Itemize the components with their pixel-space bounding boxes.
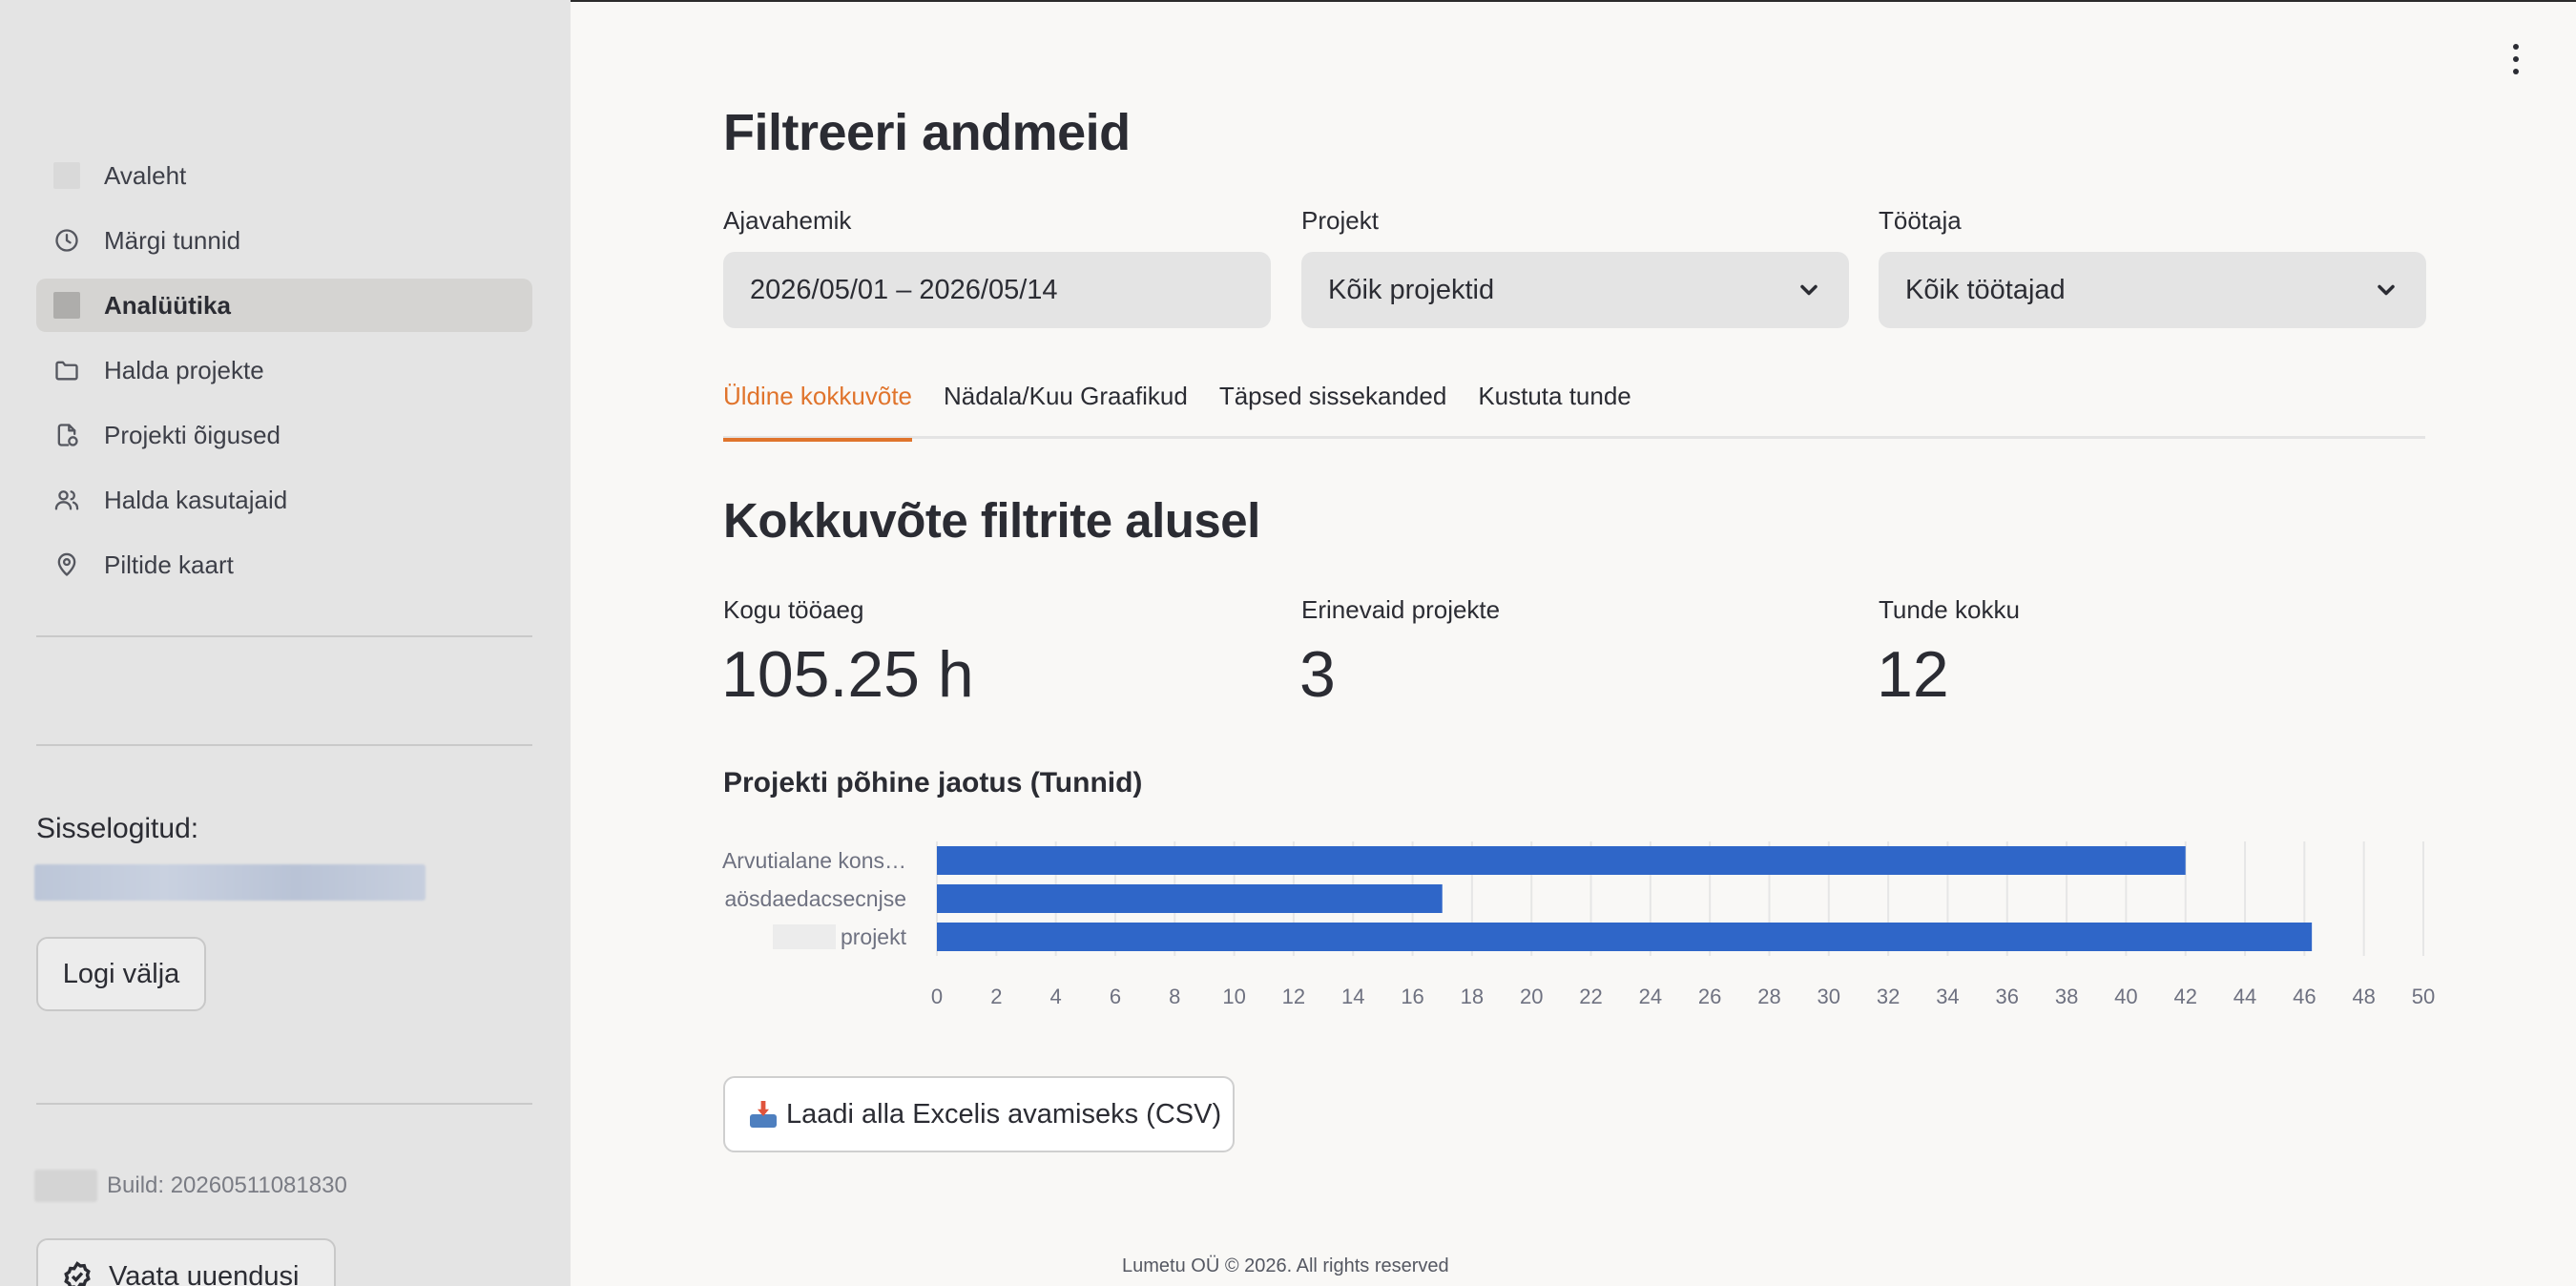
build-info: Build: 20260511081830 xyxy=(34,1170,347,1202)
view-updates-label: Vaata uuendusi xyxy=(109,1260,300,1286)
tab-delete-hours[interactable]: Kustuta tunde xyxy=(1478,376,1631,439)
metric-label: Tunde kokku xyxy=(1879,595,2020,624)
chart-tick-label: 18 xyxy=(1461,985,1484,1008)
project-select[interactable]: Kõik projektid xyxy=(1301,252,1849,328)
sidebar: Avaleht Märgi tunnid Analüütika Halda pr… xyxy=(0,0,571,1286)
chart-tick-label: 14 xyxy=(1341,985,1364,1008)
sidebar-item-label: Piltide kaart xyxy=(104,550,234,579)
build-text: Build: 20260511081830 xyxy=(107,1172,347,1198)
badge-check-icon xyxy=(64,1261,91,1286)
metric-label: Kogu tööaeg xyxy=(723,595,864,624)
chevron-down-icon xyxy=(2378,284,2395,296)
more-menu-icon[interactable] xyxy=(2502,38,2530,80)
sidebar-divider xyxy=(36,744,532,746)
chart-title: Projekti põhine jaotus (Tunnid) xyxy=(723,767,1143,799)
chart-bar xyxy=(937,923,2313,951)
chart-tick-label: 24 xyxy=(1639,985,1662,1008)
sidebar-item-avaleht[interactable]: Avaleht xyxy=(36,149,532,202)
tab-weekly-monthly-charts[interactable]: Nädala/Kuu Graafikud xyxy=(944,376,1188,439)
sidebar-item-halda-projekte[interactable]: Halda projekte xyxy=(36,343,532,397)
logout-button[interactable]: Logi välja xyxy=(36,937,206,1011)
employee-select-label: Töötaja xyxy=(1879,206,1962,235)
chart-bar xyxy=(937,846,2186,875)
chart-tick-label: 28 xyxy=(1757,985,1780,1008)
project-select-value: Kõik projektid xyxy=(1328,274,1495,305)
metric-value: 105.25 h xyxy=(721,638,974,711)
sidebar-item-label: Märgi tunnid xyxy=(104,225,241,255)
chart-tick-label: 46 xyxy=(2293,985,2316,1008)
chart-tick-label: 10 xyxy=(1222,985,1245,1008)
chart-tick-label: 6 xyxy=(1110,985,1121,1008)
sidebar-divider xyxy=(36,635,532,637)
chart-bar xyxy=(937,884,1443,913)
folder-icon xyxy=(52,356,81,384)
chart-tick-label: 44 xyxy=(2233,985,2256,1008)
chart-tick-label: 32 xyxy=(1877,985,1900,1008)
redacted-build-prefix xyxy=(34,1170,97,1202)
users-icon xyxy=(52,486,81,514)
download-tray-icon xyxy=(748,1099,779,1130)
chart-tick-label: 20 xyxy=(1520,985,1543,1008)
redacted-user-email xyxy=(34,864,426,901)
employee-select[interactable]: Kõik töötajad xyxy=(1879,252,2426,328)
sidebar-item-label: Analüütika xyxy=(104,290,231,320)
chart-tick-label: 8 xyxy=(1169,985,1180,1008)
chart-tick-label: 16 xyxy=(1401,985,1423,1008)
sidebar-item-piltide-kaart[interactable]: Piltide kaart xyxy=(36,538,532,591)
sidebar-item-label: Halda projekte xyxy=(104,355,264,384)
sidebar-item-label: Halda kasutajaid xyxy=(104,485,288,514)
tab-detailed-entries[interactable]: Täpsed sissekanded xyxy=(1219,376,1446,439)
footer-copyright: Lumetu OÜ © 2026. All rights reserved xyxy=(1122,1255,1449,1276)
chart-tick-label: 4 xyxy=(1050,985,1062,1008)
chart-tick-label: 12 xyxy=(1282,985,1305,1008)
tab-bar: Üldine kokkuvõte Nädala/Kuu Graafikud Tä… xyxy=(723,376,2425,442)
chart-category-label: Arvutialane kons… xyxy=(722,848,906,873)
sidebar-item-halda-kasutajaid[interactable]: Halda kasutajaid xyxy=(36,473,532,527)
section-title: Kokkuvõte filtrite alusel xyxy=(723,493,1260,548)
download-csv-label: Laadi alla Excelis avamiseks (CSV) xyxy=(786,1098,1222,1130)
chart-tick-label: 34 xyxy=(1936,985,1959,1008)
chevron-down-icon xyxy=(1800,284,1818,296)
sidebar-nav: Avaleht Märgi tunnid Analüütika Halda pr… xyxy=(36,149,532,603)
chart-category-label: projekt xyxy=(841,924,907,949)
chart-tick-label: 50 xyxy=(2412,985,2435,1008)
chart-tick-label: 40 xyxy=(2114,985,2137,1008)
chart-tick-label: 2 xyxy=(990,985,1002,1008)
sidebar-item-projekti-oigused[interactable]: Projekti õigused xyxy=(36,408,532,462)
chart-tick-label: 38 xyxy=(2055,985,2078,1008)
signed-in-label: Sisselogitud: xyxy=(36,813,199,844)
date-range-label: Ajavahemik xyxy=(723,206,852,235)
placeholder-icon xyxy=(52,291,81,320)
tab-overview[interactable]: Üldine kokkuvõte xyxy=(723,376,912,442)
chart-tick-label: 42 xyxy=(2173,985,2196,1008)
download-csv-button[interactable]: Laadi alla Excelis avamiseks (CSV) xyxy=(723,1076,1235,1152)
chart-category-label: aösdaedacsecnjse xyxy=(724,886,906,911)
chart-tick-label: 48 xyxy=(2352,985,2375,1008)
map-pin-icon xyxy=(52,550,81,579)
view-updates-button[interactable]: Vaata uuendusi xyxy=(36,1238,336,1286)
chart-tick-label: 30 xyxy=(1818,985,1840,1008)
clock-icon xyxy=(52,226,81,255)
placeholder-icon xyxy=(52,161,81,190)
chart-tick-label: 26 xyxy=(1698,985,1721,1008)
sidebar-item-margi-tunnid[interactable]: Märgi tunnid xyxy=(36,214,532,267)
redacted-category-prefix xyxy=(773,924,836,949)
sidebar-item-label: Projekti õigused xyxy=(104,420,280,449)
date-range-value: 2026/05/01 – 2026/05/14 xyxy=(750,274,1058,305)
metric-label: Erinevaid projekte xyxy=(1301,595,1501,624)
chart-tick-label: 36 xyxy=(1996,985,2019,1008)
sidebar-item-label: Avaleht xyxy=(104,160,187,190)
metric-value: 12 xyxy=(1877,638,1949,711)
file-shield-icon xyxy=(52,421,81,449)
date-range-input[interactable]: 2026/05/01 – 2026/05/14 xyxy=(723,252,1271,328)
employee-select-value: Kõik töötajad xyxy=(1905,274,2066,305)
metric-value: 3 xyxy=(1299,638,1336,711)
sidebar-item-analuutika[interactable]: Analüütika xyxy=(36,279,532,332)
chart-tick-label: 22 xyxy=(1579,985,1602,1008)
sidebar-divider xyxy=(36,1103,532,1105)
project-select-label: Projekt xyxy=(1301,206,1379,235)
chart-tick-label: 0 xyxy=(931,985,943,1008)
page-title: Filtreeri andmeid xyxy=(723,104,1131,161)
